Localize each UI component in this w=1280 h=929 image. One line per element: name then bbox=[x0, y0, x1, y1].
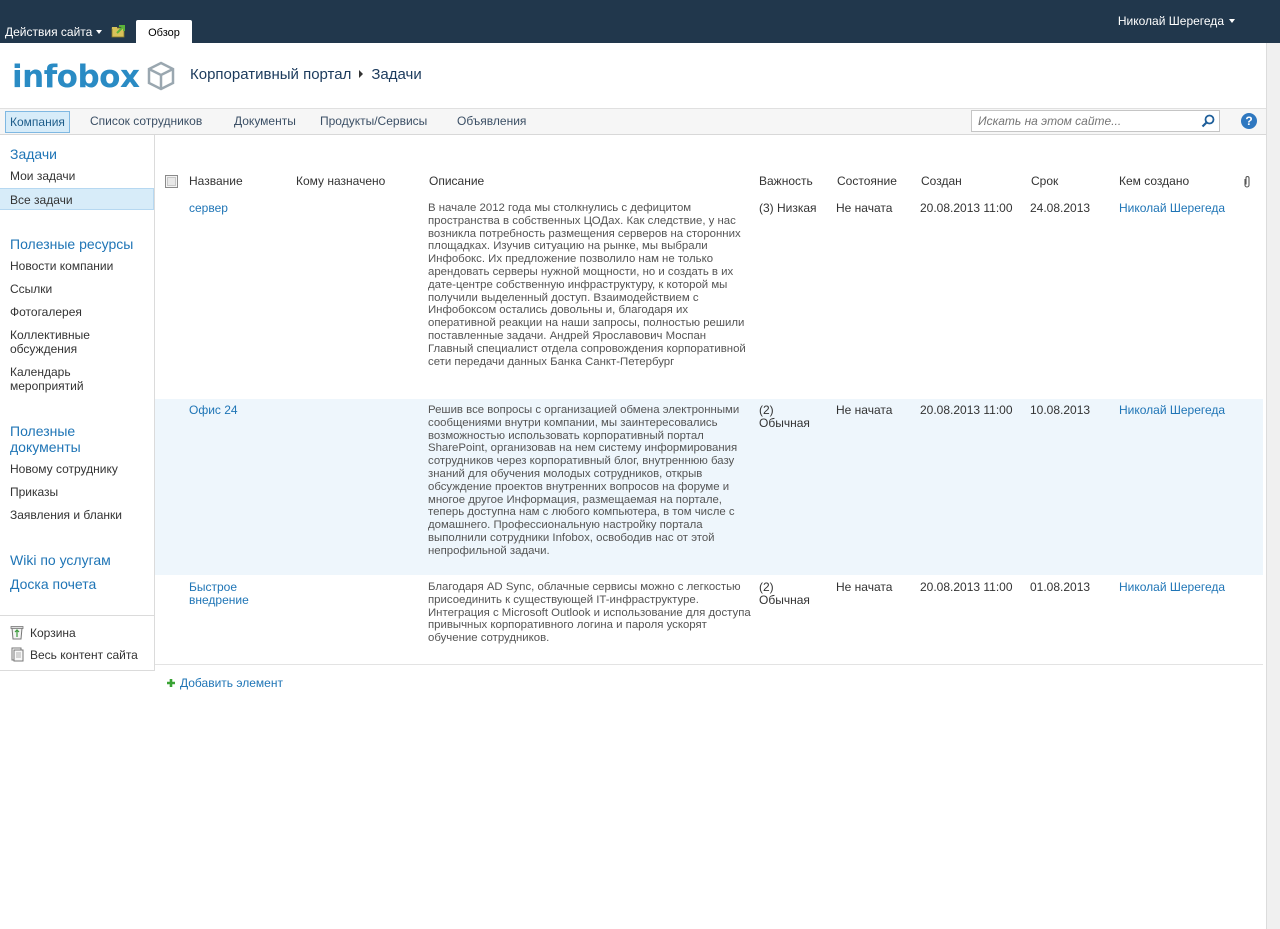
task-title-link[interactable]: сервер bbox=[189, 202, 228, 215]
topnav-item-employees[interactable]: Список сотрудников bbox=[90, 114, 202, 128]
folder-navigate-icon[interactable] bbox=[111, 25, 126, 38]
site-content-icon bbox=[11, 647, 24, 662]
task-created: 20.08.2013 11:00 bbox=[920, 403, 1013, 417]
logo-text: infobox bbox=[12, 59, 140, 95]
column-header-assigned[interactable]: Кому назначено bbox=[296, 174, 385, 188]
add-item-label: Добавить элемент bbox=[180, 676, 283, 690]
task-description: Решив все вопросы с организацией обмена … bbox=[428, 404, 740, 557]
task-created: 20.08.2013 11:00 bbox=[920, 201, 1013, 215]
sidebar-item-gallery[interactable]: Фотогалерея bbox=[10, 305, 82, 319]
sidebar-divider bbox=[0, 615, 154, 616]
task-priority: (2) Обычная bbox=[759, 403, 810, 430]
task-due: 10.08.2013 bbox=[1030, 403, 1091, 417]
task-title-link[interactable]: Быстрое внедрение bbox=[189, 581, 269, 607]
task-description: В начале 2012 года мы столкнулись с дефи… bbox=[428, 202, 746, 368]
sidebar-item-my-tasks[interactable]: Мои задачи bbox=[10, 169, 75, 183]
column-header-status[interactable]: Состояние bbox=[837, 174, 897, 188]
column-header-title[interactable]: Название bbox=[189, 174, 243, 188]
search-input[interactable] bbox=[972, 111, 1198, 131]
column-header-due[interactable]: Срок bbox=[1031, 174, 1058, 188]
sidebar-item-calendar[interactable]: Календарь мероприятий bbox=[10, 365, 100, 393]
recycle-bin-link[interactable]: Корзина bbox=[10, 625, 76, 640]
add-item-link[interactable]: Добавить элемент bbox=[166, 676, 283, 690]
sidebar-item-new-employee[interactable]: Новому сотруднику bbox=[10, 462, 118, 476]
plus-icon bbox=[167, 679, 175, 687]
site-logo[interactable]: infobox bbox=[12, 59, 175, 95]
all-content-link[interactable]: Весь контент сайта bbox=[10, 647, 138, 662]
task-priority: (2) Обычная bbox=[759, 580, 810, 607]
all-content-label: Весь контент сайта bbox=[30, 648, 138, 662]
site-actions-label: Действия сайта bbox=[5, 25, 93, 39]
vertical-scrollbar[interactable] bbox=[1266, 43, 1280, 929]
task-author-link[interactable]: Николай Шерегеда bbox=[1119, 404, 1225, 417]
sidebar-item-forms[interactable]: Заявления и бланки bbox=[10, 508, 122, 522]
task-author-link[interactable]: Николай Шерегеда bbox=[1119, 202, 1225, 215]
topnav-item-announcements[interactable]: Объявления bbox=[457, 114, 526, 128]
task-due: 24.08.2013 bbox=[1030, 201, 1091, 215]
site-actions-menu[interactable]: Действия сайта bbox=[5, 25, 103, 39]
task-status: Не начата bbox=[836, 403, 893, 417]
topnav-item-documents[interactable]: Документы bbox=[234, 114, 296, 128]
topnav-item-products[interactable]: Продукты/Сервисы bbox=[320, 114, 427, 128]
user-menu[interactable]: Николай Шерегеда bbox=[1118, 14, 1235, 28]
task-title-link[interactable]: Офис 24 bbox=[189, 404, 238, 417]
sidebar-heading-resources[interactable]: Полезные ресурсы bbox=[10, 236, 133, 252]
chevron-down-icon bbox=[1229, 19, 1235, 23]
logo-cube-icon bbox=[147, 61, 175, 91]
sidebar-item-all-tasks[interactable]: Все задачи bbox=[0, 188, 154, 210]
sidebar-item-orders[interactable]: Приказы bbox=[10, 485, 58, 499]
quick-launch: Задачи Мои задачи Все задачи Полезные ре… bbox=[0, 135, 155, 671]
sidebar-item-links[interactable]: Ссылки bbox=[10, 282, 52, 296]
sidebar-heading-tasks[interactable]: Задачи bbox=[10, 146, 57, 162]
task-author-link[interactable]: Николай Шерегеда bbox=[1119, 581, 1225, 594]
column-header-created[interactable]: Создан bbox=[921, 174, 962, 188]
ribbon-bar: Действия сайта Обзор Николай Шерегеда bbox=[0, 0, 1280, 43]
sidebar-heading-wiki[interactable]: Wiki по услугам bbox=[10, 552, 111, 568]
task-description: Благодаря AD Sync, облачные сервисы можн… bbox=[428, 581, 751, 645]
sidebar-heading-documents[interactable]: Полезные документы bbox=[10, 423, 110, 455]
tab-browse[interactable]: Обзор bbox=[136, 20, 192, 43]
task-created: 20.08.2013 11:00 bbox=[920, 580, 1013, 594]
attachment-icon[interactable] bbox=[1242, 175, 1252, 189]
breadcrumb-site[interactable]: Корпоративный портал bbox=[190, 66, 351, 83]
task-due: 01.08.2013 bbox=[1030, 580, 1091, 594]
task-priority: (3) Низкая bbox=[759, 201, 817, 215]
search-icon[interactable] bbox=[1201, 114, 1215, 128]
column-header-priority[interactable]: Важность bbox=[759, 174, 813, 188]
chevron-down-icon bbox=[96, 30, 103, 34]
column-header-author[interactable]: Кем создано bbox=[1119, 174, 1189, 188]
select-all-checkbox[interactable] bbox=[165, 175, 178, 188]
sidebar-item-discussions[interactable]: Коллективные обсуждения bbox=[10, 328, 120, 356]
help-icon[interactable]: ? bbox=[1241, 113, 1257, 129]
breadcrumb-arrow-icon bbox=[359, 70, 364, 78]
recycle-bin-label: Корзина bbox=[30, 626, 76, 640]
topnav-item-company[interactable]: Компания bbox=[5, 111, 70, 133]
task-status: Не начата bbox=[836, 201, 893, 215]
sidebar-item-news[interactable]: Новости компании bbox=[10, 259, 113, 273]
breadcrumb-page[interactable]: Задачи bbox=[371, 66, 421, 83]
sidebar-heading-honor-board[interactable]: Доска почета bbox=[10, 576, 96, 592]
task-status: Не начата bbox=[836, 580, 893, 594]
column-header-description[interactable]: Описание bbox=[429, 174, 484, 188]
search-box bbox=[971, 110, 1220, 132]
user-name: Николай Шерегеда bbox=[1117, 14, 1224, 28]
breadcrumb: Корпоративный портал Задачи bbox=[190, 66, 422, 83]
recycle-bin-icon bbox=[10, 626, 24, 640]
